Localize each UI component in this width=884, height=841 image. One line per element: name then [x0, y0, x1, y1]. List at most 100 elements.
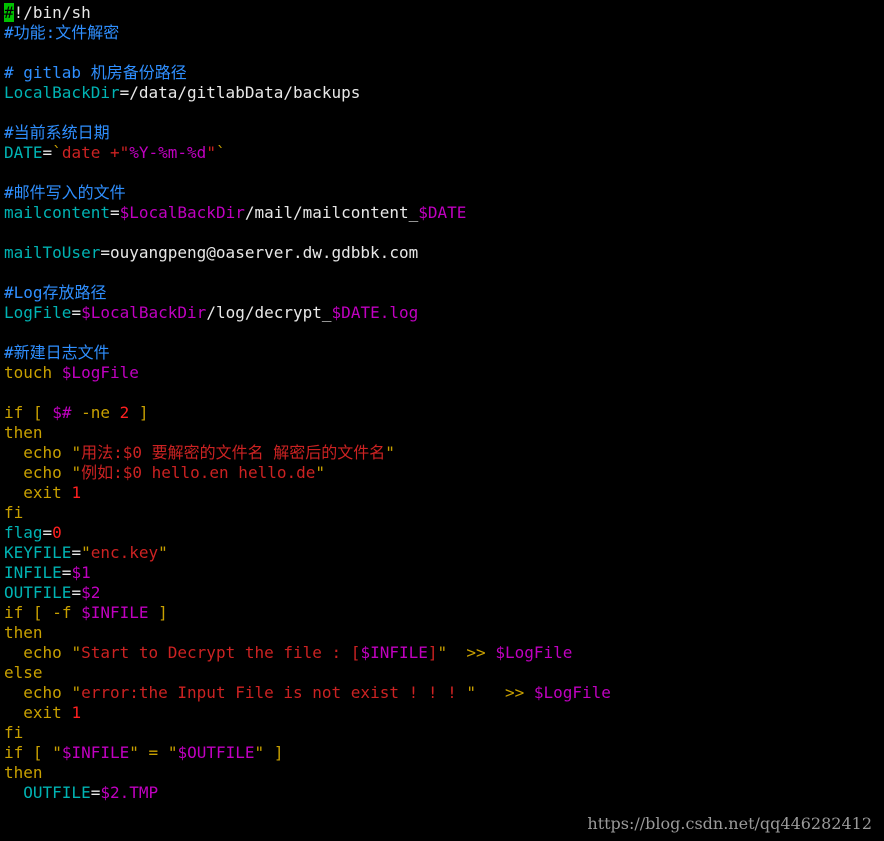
code-token: " [206, 143, 216, 162]
code-token: touch [4, 363, 62, 382]
code-token: $2.TMP [100, 783, 159, 802]
code-line: mailcontent=$LocalBackDir/mail/mailconte… [4, 203, 880, 223]
code-token: /log/decrypt_ [206, 303, 332, 322]
code-line: fi [4, 503, 880, 523]
code-token: #功能:文件解密 [4, 23, 120, 42]
code-line: then [4, 623, 880, 643]
code-line: exit 1 [4, 703, 880, 723]
code-token: %Y-%m-%d [129, 143, 207, 162]
code-token: if [4, 743, 24, 762]
code-token: $2 [81, 583, 101, 602]
watermark-text: https://blog.csdn.net/qq446282412 [587, 814, 872, 833]
code-token: =/data/gitlabData/backups [119, 83, 361, 102]
code-line: LocalBackDir=/data/gitlabData/backups [4, 83, 880, 103]
code-line: if [ $# -ne 2 ] [4, 403, 880, 423]
code-token: [ [32, 603, 43, 622]
code-token: #邮件写入的文件 [4, 183, 126, 202]
code-line: flag=0 [4, 523, 880, 543]
code-token: ] [138, 403, 149, 422]
code-token: $# [52, 403, 72, 422]
code-token: = [71, 303, 82, 322]
code-line: DATE=`date +"%Y-%m-%d"` [4, 143, 880, 163]
code-token: exit [23, 483, 62, 502]
code-token: $INFILE [61, 743, 130, 762]
code-line: touch $LogFile [4, 363, 880, 383]
code-token: " [71, 643, 82, 662]
code-line: INFILE=$1 [4, 563, 880, 583]
code-line: #邮件写入的文件 [4, 183, 880, 203]
code-token: " [71, 683, 82, 702]
code-line: #当前系统日期 [4, 123, 880, 143]
code-token: ] [158, 603, 168, 622]
code-token: >> [466, 643, 486, 662]
code-line: OUTFILE=$2 [4, 583, 880, 603]
code-line: then [4, 763, 880, 783]
code-token: " [315, 463, 326, 482]
code-token: " [254, 743, 265, 762]
code-token: 用法:$0 要解密的文件名 解密后的文件名 [81, 443, 386, 462]
code-token: mailcontent [4, 203, 110, 222]
code-line: # gitlab 机房备份路径 [4, 63, 880, 83]
code-token: = [109, 203, 120, 222]
code-token: " [437, 643, 448, 662]
code-line: echo "例如:$0 hello.en hello.de" [4, 463, 880, 483]
code-token: 2 [119, 403, 130, 422]
code-token: -ne [81, 403, 110, 422]
code-token: then [4, 423, 43, 442]
code-line: echo "用法:$0 要解密的文件名 解密后的文件名" [4, 443, 880, 463]
terminal-editor[interactable]: #!/bin/sh #功能:文件解密 # gitlab 机房备份路径 LocalBac… [4, 3, 880, 803]
code-token: " [71, 443, 82, 462]
code-token: error:the Input File is not exist ! ! ! [81, 683, 467, 702]
code-token: ` [52, 143, 62, 162]
code-token: DATE [4, 143, 43, 162]
code-line: LogFile=$LocalBackDir/log/decrypt_$DATE.… [4, 303, 880, 323]
code-token: OUTFILE [23, 783, 91, 802]
code-token: then [4, 763, 43, 782]
code-token: $LocalBackDir [81, 303, 207, 322]
code-token: /mail/mailcontent_ [244, 203, 419, 222]
code-token: 1 [71, 483, 82, 502]
code-line: echo "Start to Decrypt the file : [$INFI… [4, 643, 880, 663]
code-token: $INFILE [360, 643, 428, 662]
code-line: #!/bin/sh [4, 3, 880, 23]
code-token: OUTFILE [4, 583, 72, 602]
code-token: =ouyangpeng@oaserver.dw.gdbbk.com [100, 243, 419, 262]
code-token: " [52, 743, 62, 762]
code-line: fi [4, 723, 880, 743]
code-line: mailToUser=ouyangpeng@oaserver.dw.gdbbk.… [4, 243, 880, 263]
code-token: $DATE.log [331, 303, 419, 322]
code-token: $LogFile [495, 643, 573, 662]
code-token: $LogFile [533, 683, 611, 702]
code-token: #新建日志文件 [4, 343, 110, 362]
code-token: exit [23, 703, 62, 722]
code-token: -f [52, 603, 72, 622]
code-token: echo [23, 463, 62, 482]
code-token: flag [4, 523, 43, 542]
code-line: if [ "$INFILE" = "$OUTFILE" ] [4, 743, 880, 763]
code-line: #功能:文件解密 [4, 23, 880, 43]
